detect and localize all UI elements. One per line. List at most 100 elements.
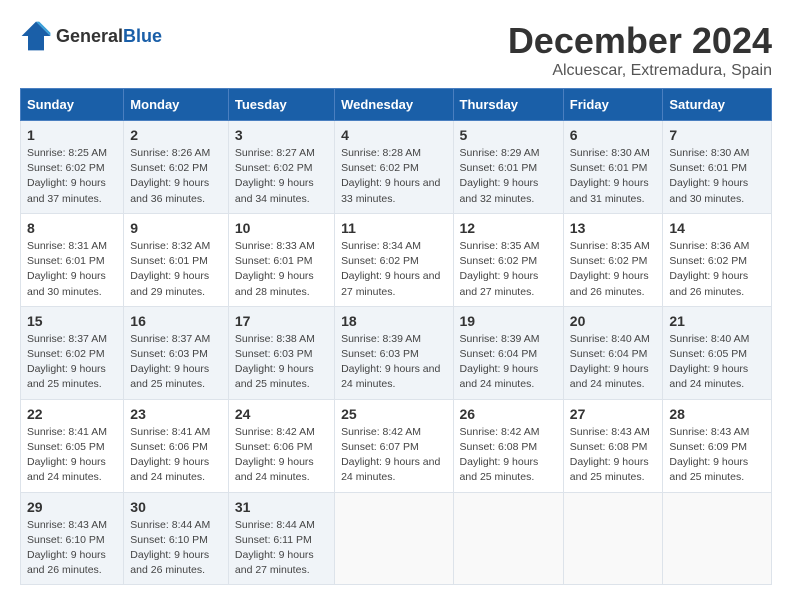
calendar-cell: 13 Sunrise: 8:35 AMSunset: 6:02 PMDaylig… [563, 213, 663, 306]
calendar-cell: 29 Sunrise: 8:43 AMSunset: 6:10 PMDaylig… [21, 492, 124, 585]
day-detail: Sunrise: 8:35 AMSunset: 6:02 PMDaylight:… [570, 239, 657, 300]
day-detail: Sunrise: 8:39 AMSunset: 6:04 PMDaylight:… [460, 332, 557, 393]
day-number: 1 [27, 127, 117, 143]
calendar-cell: 23 Sunrise: 8:41 AMSunset: 6:06 PMDaylig… [124, 399, 229, 492]
day-number: 31 [235, 499, 328, 515]
day-detail: Sunrise: 8:30 AMSunset: 6:01 PMDaylight:… [570, 146, 657, 207]
day-detail: Sunrise: 8:39 AMSunset: 6:03 PMDaylight:… [341, 332, 446, 393]
header-day-saturday: Saturday [663, 89, 772, 121]
day-detail: Sunrise: 8:28 AMSunset: 6:02 PMDaylight:… [341, 146, 446, 207]
day-number: 3 [235, 127, 328, 143]
calendar-cell: 11 Sunrise: 8:34 AMSunset: 6:02 PMDaylig… [335, 213, 453, 306]
calendar-cell [453, 492, 563, 585]
day-detail: Sunrise: 8:43 AMSunset: 6:09 PMDaylight:… [669, 425, 765, 486]
day-number: 14 [669, 220, 765, 236]
day-detail: Sunrise: 8:26 AMSunset: 6:02 PMDaylight:… [130, 146, 222, 207]
calendar-week-4: 22 Sunrise: 8:41 AMSunset: 6:05 PMDaylig… [21, 399, 772, 492]
calendar-cell: 9 Sunrise: 8:32 AMSunset: 6:01 PMDayligh… [124, 213, 229, 306]
calendar-header-row: SundayMondayTuesdayWednesdayThursdayFrid… [21, 89, 772, 121]
day-number: 11 [341, 220, 446, 236]
day-detail: Sunrise: 8:37 AMSunset: 6:02 PMDaylight:… [27, 332, 117, 393]
day-number: 10 [235, 220, 328, 236]
calendar-cell: 17 Sunrise: 8:38 AMSunset: 6:03 PMDaylig… [228, 306, 334, 399]
calendar-table: SundayMondayTuesdayWednesdayThursdayFrid… [20, 88, 772, 585]
day-number: 18 [341, 313, 446, 329]
header-day-wednesday: Wednesday [335, 89, 453, 121]
calendar-cell: 7 Sunrise: 8:30 AMSunset: 6:01 PMDayligh… [663, 121, 772, 214]
day-detail: Sunrise: 8:29 AMSunset: 6:01 PMDaylight:… [460, 146, 557, 207]
calendar-cell: 26 Sunrise: 8:42 AMSunset: 6:08 PMDaylig… [453, 399, 563, 492]
day-number: 5 [460, 127, 557, 143]
day-detail: Sunrise: 8:42 AMSunset: 6:06 PMDaylight:… [235, 425, 328, 486]
calendar-cell: 18 Sunrise: 8:39 AMSunset: 6:03 PMDaylig… [335, 306, 453, 399]
title-section: December 2024 Alcuescar, Extremadura, Sp… [508, 20, 772, 80]
day-detail: Sunrise: 8:41 AMSunset: 6:06 PMDaylight:… [130, 425, 222, 486]
day-detail: Sunrise: 8:40 AMSunset: 6:05 PMDaylight:… [669, 332, 765, 393]
calendar-cell: 10 Sunrise: 8:33 AMSunset: 6:01 PMDaylig… [228, 213, 334, 306]
day-detail: Sunrise: 8:27 AMSunset: 6:02 PMDaylight:… [235, 146, 328, 207]
calendar-week-3: 15 Sunrise: 8:37 AMSunset: 6:02 PMDaylig… [21, 306, 772, 399]
calendar-cell: 19 Sunrise: 8:39 AMSunset: 6:04 PMDaylig… [453, 306, 563, 399]
calendar-cell: 8 Sunrise: 8:31 AMSunset: 6:01 PMDayligh… [21, 213, 124, 306]
day-number: 30 [130, 499, 222, 515]
calendar-week-1: 1 Sunrise: 8:25 AMSunset: 6:02 PMDayligh… [21, 121, 772, 214]
calendar-cell: 12 Sunrise: 8:35 AMSunset: 6:02 PMDaylig… [453, 213, 563, 306]
logo-blue: Blue [123, 26, 162, 46]
calendar-cell: 6 Sunrise: 8:30 AMSunset: 6:01 PMDayligh… [563, 121, 663, 214]
day-number: 21 [669, 313, 765, 329]
location-subtitle: Alcuescar, Extremadura, Spain [508, 62, 772, 80]
day-detail: Sunrise: 8:44 AMSunset: 6:11 PMDaylight:… [235, 518, 328, 579]
day-detail: Sunrise: 8:43 AMSunset: 6:10 PMDaylight:… [27, 518, 117, 579]
calendar-cell: 27 Sunrise: 8:43 AMSunset: 6:08 PMDaylig… [563, 399, 663, 492]
day-number: 12 [460, 220, 557, 236]
calendar-cell: 25 Sunrise: 8:42 AMSunset: 6:07 PMDaylig… [335, 399, 453, 492]
day-number: 23 [130, 406, 222, 422]
day-detail: Sunrise: 8:41 AMSunset: 6:05 PMDaylight:… [27, 425, 117, 486]
logo-general: General [56, 26, 123, 46]
calendar-cell: 15 Sunrise: 8:37 AMSunset: 6:02 PMDaylig… [21, 306, 124, 399]
calendar-week-2: 8 Sunrise: 8:31 AMSunset: 6:01 PMDayligh… [21, 213, 772, 306]
calendar-cell: 2 Sunrise: 8:26 AMSunset: 6:02 PMDayligh… [124, 121, 229, 214]
calendar-cell: 1 Sunrise: 8:25 AMSunset: 6:02 PMDayligh… [21, 121, 124, 214]
calendar-cell: 22 Sunrise: 8:41 AMSunset: 6:05 PMDaylig… [21, 399, 124, 492]
calendar-cell: 31 Sunrise: 8:44 AMSunset: 6:11 PMDaylig… [228, 492, 334, 585]
day-detail: Sunrise: 8:44 AMSunset: 6:10 PMDaylight:… [130, 518, 222, 579]
day-detail: Sunrise: 8:31 AMSunset: 6:01 PMDaylight:… [27, 239, 117, 300]
day-detail: Sunrise: 8:32 AMSunset: 6:01 PMDaylight:… [130, 239, 222, 300]
day-detail: Sunrise: 8:30 AMSunset: 6:01 PMDaylight:… [669, 146, 765, 207]
logo: GeneralBlue [20, 20, 162, 52]
header-day-tuesday: Tuesday [228, 89, 334, 121]
day-number: 7 [669, 127, 765, 143]
day-detail: Sunrise: 8:33 AMSunset: 6:01 PMDaylight:… [235, 239, 328, 300]
calendar-week-5: 29 Sunrise: 8:43 AMSunset: 6:10 PMDaylig… [21, 492, 772, 585]
header-day-friday: Friday [563, 89, 663, 121]
day-detail: Sunrise: 8:42 AMSunset: 6:08 PMDaylight:… [460, 425, 557, 486]
calendar-cell: 24 Sunrise: 8:42 AMSunset: 6:06 PMDaylig… [228, 399, 334, 492]
calendar-cell: 28 Sunrise: 8:43 AMSunset: 6:09 PMDaylig… [663, 399, 772, 492]
day-number: 25 [341, 406, 446, 422]
month-title: December 2024 [508, 20, 772, 62]
day-number: 24 [235, 406, 328, 422]
day-detail: Sunrise: 8:35 AMSunset: 6:02 PMDaylight:… [460, 239, 557, 300]
day-number: 22 [27, 406, 117, 422]
day-number: 6 [570, 127, 657, 143]
header-day-monday: Monday [124, 89, 229, 121]
calendar-cell [563, 492, 663, 585]
day-number: 27 [570, 406, 657, 422]
day-number: 20 [570, 313, 657, 329]
day-detail: Sunrise: 8:38 AMSunset: 6:03 PMDaylight:… [235, 332, 328, 393]
calendar-cell: 20 Sunrise: 8:40 AMSunset: 6:04 PMDaylig… [563, 306, 663, 399]
day-number: 19 [460, 313, 557, 329]
day-number: 17 [235, 313, 328, 329]
day-detail: Sunrise: 8:42 AMSunset: 6:07 PMDaylight:… [341, 425, 446, 486]
day-detail: Sunrise: 8:25 AMSunset: 6:02 PMDaylight:… [27, 146, 117, 207]
day-number: 26 [460, 406, 557, 422]
page-header: GeneralBlue December 2024 Alcuescar, Ext… [20, 20, 772, 80]
day-number: 8 [27, 220, 117, 236]
calendar-cell: 3 Sunrise: 8:27 AMSunset: 6:02 PMDayligh… [228, 121, 334, 214]
day-number: 29 [27, 499, 117, 515]
calendar-cell [335, 492, 453, 585]
day-detail: Sunrise: 8:40 AMSunset: 6:04 PMDaylight:… [570, 332, 657, 393]
header-day-sunday: Sunday [21, 89, 124, 121]
calendar-cell: 4 Sunrise: 8:28 AMSunset: 6:02 PMDayligh… [335, 121, 453, 214]
